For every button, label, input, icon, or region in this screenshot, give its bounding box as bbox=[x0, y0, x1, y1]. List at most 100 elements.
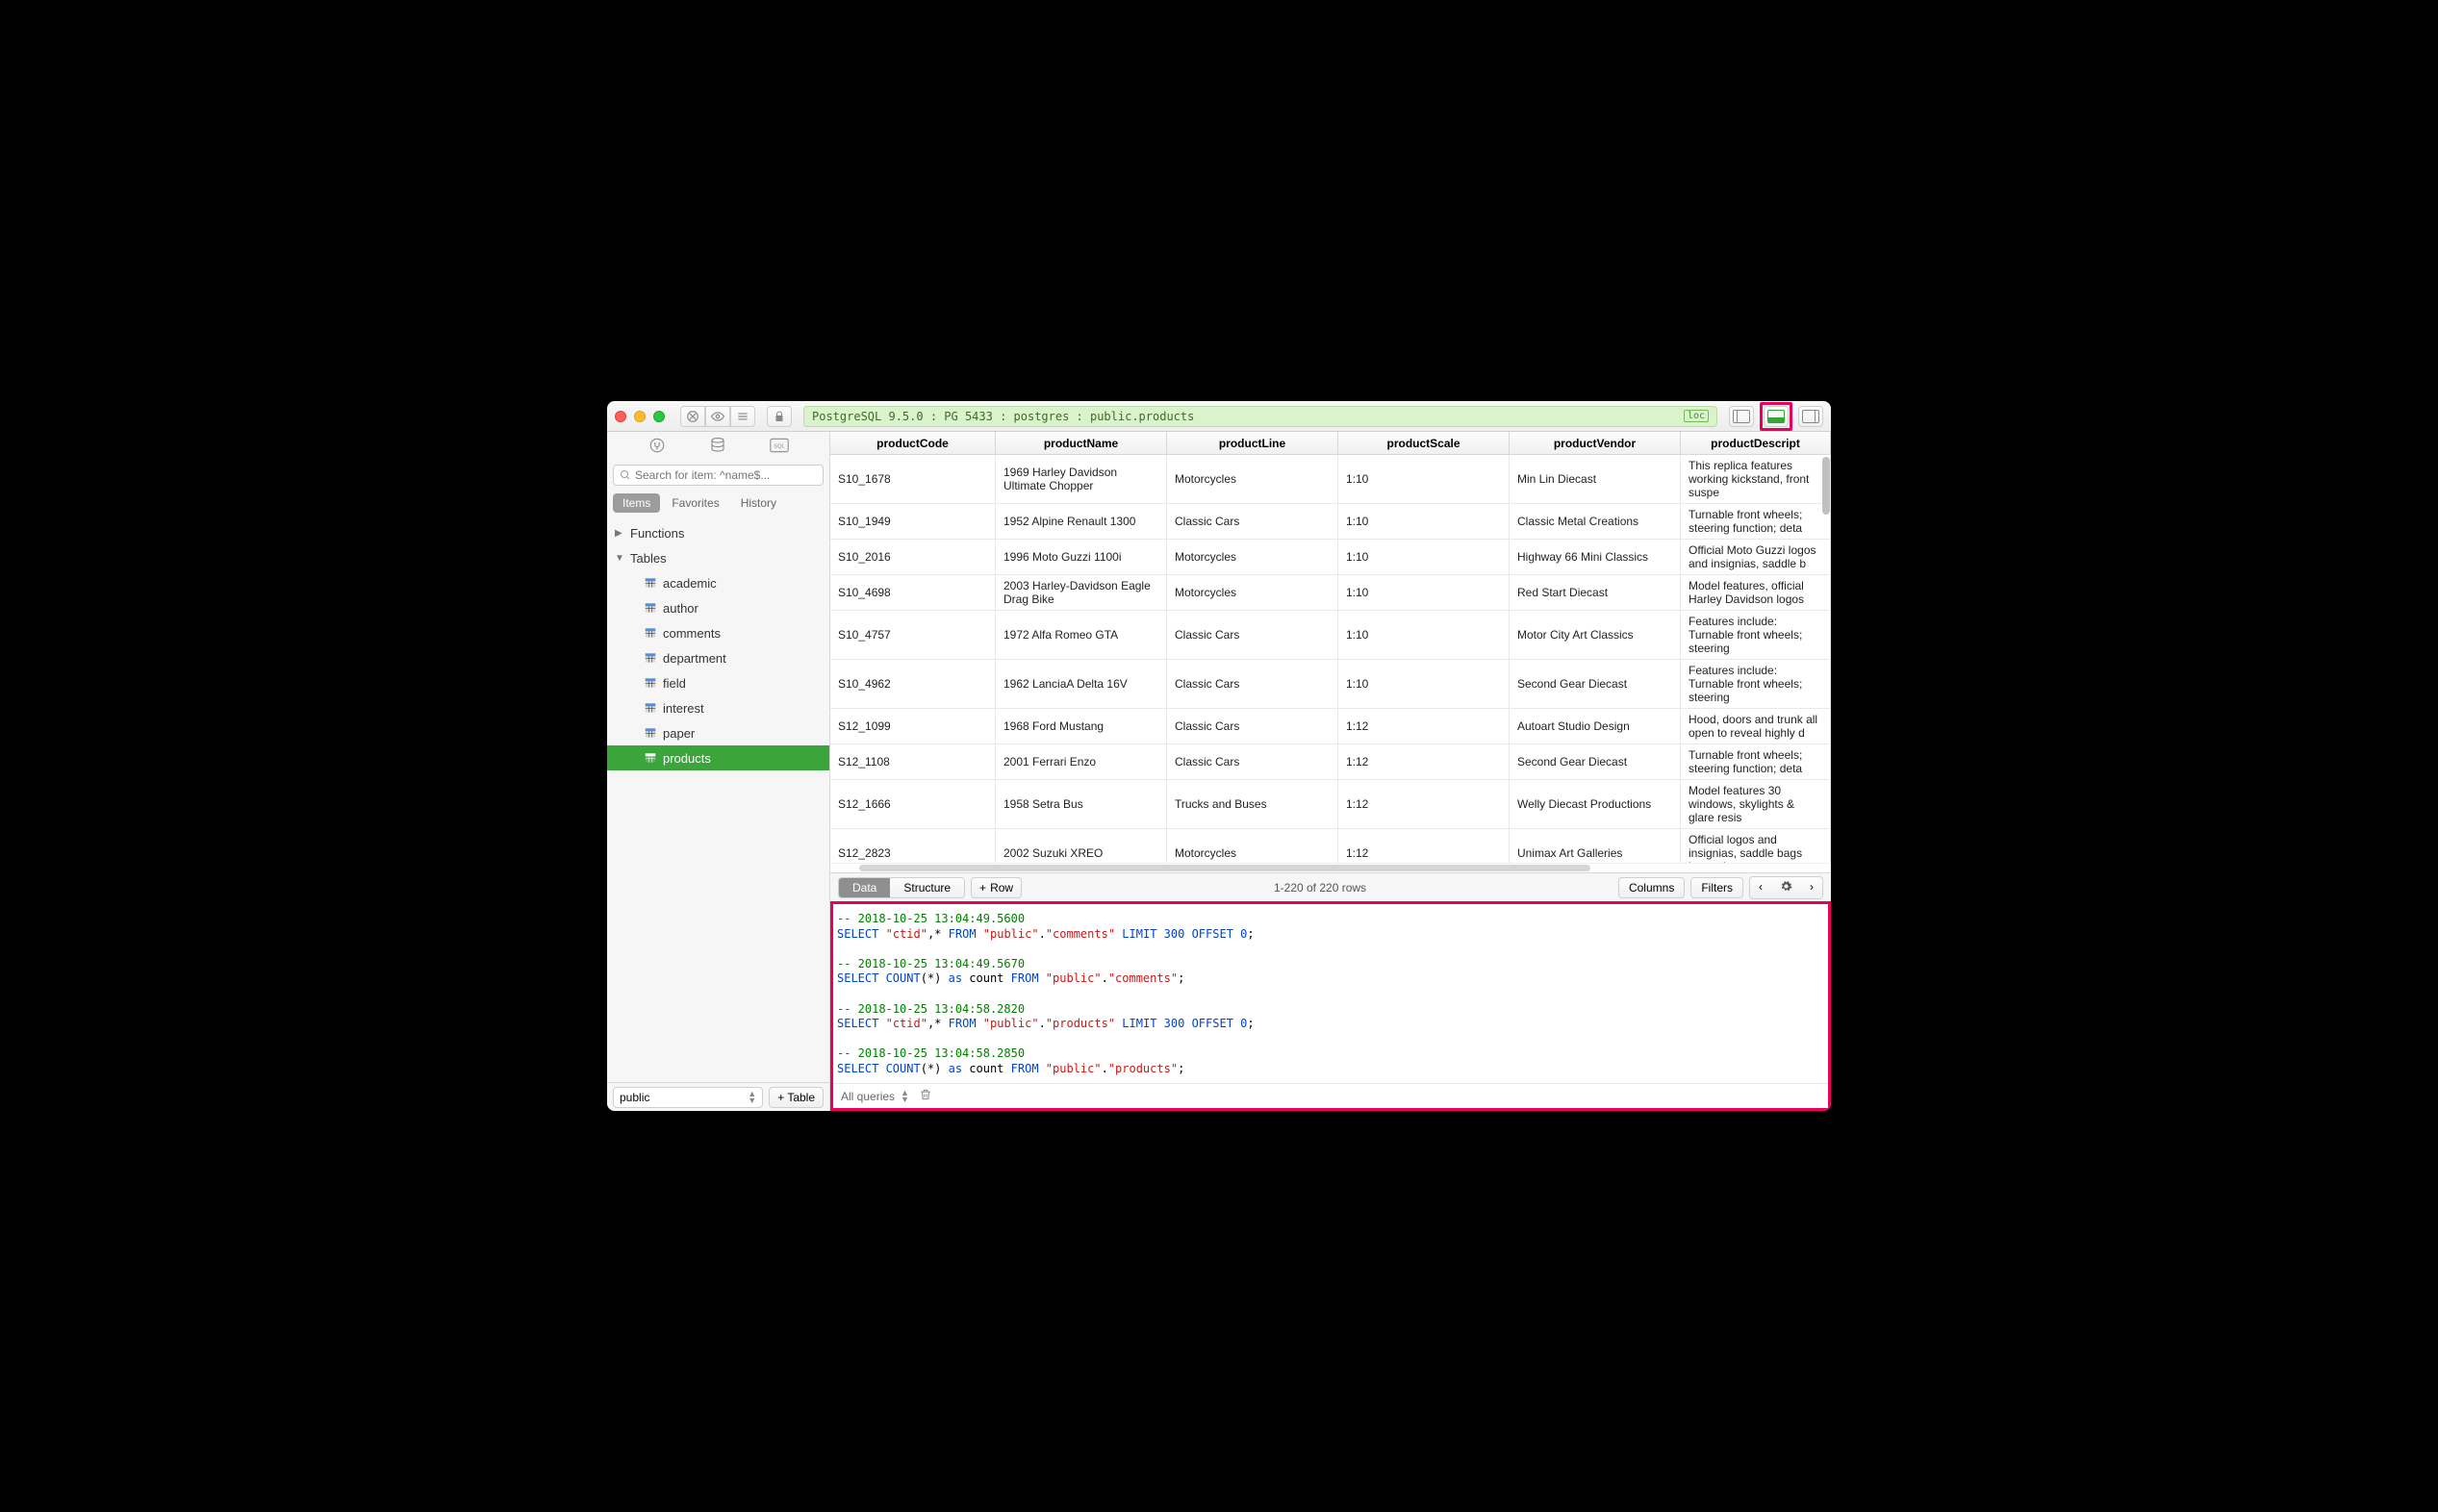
trash-button[interactable] bbox=[919, 1088, 932, 1104]
cell[interactable]: Classic Cars bbox=[1167, 504, 1338, 539]
cell[interactable]: This replica features working kickstand,… bbox=[1681, 455, 1831, 503]
cell[interactable]: 1:10 bbox=[1338, 455, 1510, 503]
cell[interactable]: Features include: Turnable front wheels;… bbox=[1681, 660, 1831, 708]
col-header[interactable]: productVendor bbox=[1510, 432, 1681, 454]
columns-button[interactable]: Columns bbox=[1618, 877, 1685, 898]
cell[interactable]: Autoart Studio Design bbox=[1510, 709, 1681, 743]
toggle-left-panel[interactable] bbox=[1729, 406, 1754, 427]
cell[interactable]: S12_2823 bbox=[830, 829, 996, 863]
cell[interactable]: S10_4757 bbox=[830, 611, 996, 659]
cell[interactable]: 1996 Moto Guzzi 1100i bbox=[996, 540, 1167, 574]
tree-table-interest[interactable]: interest bbox=[607, 695, 829, 720]
cell[interactable]: 2001 Ferrari Enzo bbox=[996, 744, 1167, 779]
cell[interactable]: Official Moto Guzzi logos and insignias,… bbox=[1681, 540, 1831, 574]
cell[interactable]: S12_1108 bbox=[830, 744, 996, 779]
cell[interactable]: 1958 Setra Bus bbox=[996, 780, 1167, 828]
cell[interactable]: Second Gear Diecast bbox=[1510, 660, 1681, 708]
cell[interactable]: S10_1678 bbox=[830, 455, 996, 503]
cell[interactable]: Classic Cars bbox=[1167, 744, 1338, 779]
cell[interactable]: Features include: Turnable front wheels;… bbox=[1681, 611, 1831, 659]
cell[interactable]: Min Lin Diecast bbox=[1510, 455, 1681, 503]
sql-icon[interactable]: SQL bbox=[770, 438, 789, 456]
table-row[interactable]: S12_11082001 Ferrari EnzoClassic Cars1:1… bbox=[830, 744, 1831, 780]
close-window-button[interactable] bbox=[615, 411, 626, 422]
console-body[interactable]: -- 2018-10-25 13:04:49.5600 SELECT "ctid… bbox=[833, 904, 1828, 1083]
cell[interactable]: 1:12 bbox=[1338, 780, 1510, 828]
toggle-bottom-panel[interactable] bbox=[1764, 406, 1789, 427]
cell[interactable]: Motorcycles bbox=[1167, 829, 1338, 863]
cell[interactable]: 1:12 bbox=[1338, 709, 1510, 743]
tree-table-products[interactable]: products bbox=[607, 745, 829, 770]
table-row[interactable]: S10_16781969 Harley Davidson Ultimate Ch… bbox=[830, 455, 1831, 504]
cell[interactable]: S10_2016 bbox=[830, 540, 996, 574]
grid-body[interactable]: S10_16781969 Harley Davidson Ultimate Ch… bbox=[830, 455, 1831, 863]
cell[interactable]: Classic Cars bbox=[1167, 611, 1338, 659]
settings-button[interactable] bbox=[1771, 877, 1801, 898]
tab-items[interactable]: Items bbox=[613, 493, 660, 513]
cell[interactable]: 1:10 bbox=[1338, 540, 1510, 574]
cell[interactable]: 1:10 bbox=[1338, 611, 1510, 659]
cell[interactable]: Highway 66 Mini Classics bbox=[1510, 540, 1681, 574]
preview-button[interactable] bbox=[705, 406, 730, 427]
tree-table-comments[interactable]: comments bbox=[607, 620, 829, 645]
table-row[interactable]: S10_47571972 Alfa Romeo GTAClassic Cars1… bbox=[830, 611, 1831, 660]
cell[interactable]: S10_4698 bbox=[830, 575, 996, 610]
vertical-scrollbar[interactable] bbox=[1822, 457, 1830, 515]
table-row[interactable]: S10_49621962 LanciaA Delta 16VClassic Ca… bbox=[830, 660, 1831, 709]
table-row[interactable]: S10_46982003 Harley-Davidson Eagle Drag … bbox=[830, 575, 1831, 611]
cell[interactable]: 1962 LanciaA Delta 16V bbox=[996, 660, 1167, 708]
cell[interactable]: 2003 Harley-Davidson Eagle Drag Bike bbox=[996, 575, 1167, 610]
seg-structure[interactable]: Structure bbox=[890, 878, 964, 897]
cell[interactable]: 2002 Suzuki XREO bbox=[996, 829, 1167, 863]
table-row[interactable]: S10_19491952 Alpine Renault 1300Classic … bbox=[830, 504, 1831, 540]
table-row[interactable]: S12_16661958 Setra BusTrucks and Buses1:… bbox=[830, 780, 1831, 829]
col-header[interactable]: productCode bbox=[830, 432, 996, 454]
table-row[interactable]: S12_10991968 Ford MustangClassic Cars1:1… bbox=[830, 709, 1831, 744]
back-button[interactable] bbox=[680, 406, 705, 427]
query-filter[interactable]: All queries ▲▼ bbox=[841, 1090, 909, 1103]
cell[interactable]: Model features, official Harley Davidson… bbox=[1681, 575, 1831, 610]
toggle-right-panel[interactable] bbox=[1798, 406, 1823, 427]
cell[interactable]: Model features 30 windows, skylights & g… bbox=[1681, 780, 1831, 828]
connection-path[interactable]: PostgreSQL 9.5.0 : PG 5433 : postgres : … bbox=[803, 406, 1717, 427]
cell[interactable]: Red Start Diecast bbox=[1510, 575, 1681, 610]
tab-history[interactable]: History bbox=[731, 493, 786, 513]
cell[interactable]: 1:10 bbox=[1338, 504, 1510, 539]
cell[interactable]: S12_1666 bbox=[830, 780, 996, 828]
seg-data[interactable]: Data bbox=[839, 878, 890, 897]
cell[interactable]: Unimax Art Galleries bbox=[1510, 829, 1681, 863]
next-page-button[interactable]: › bbox=[1801, 877, 1822, 898]
cell[interactable]: Trucks and Buses bbox=[1167, 780, 1338, 828]
col-header[interactable]: productDescript bbox=[1681, 432, 1831, 454]
horizontal-scrollbar[interactable] bbox=[859, 865, 1590, 871]
cell[interactable]: Turnable front wheels; steering function… bbox=[1681, 744, 1831, 779]
maximize-window-button[interactable] bbox=[653, 411, 665, 422]
tree-table-paper[interactable]: paper bbox=[607, 720, 829, 745]
cell[interactable]: 1972 Alfa Romeo GTA bbox=[996, 611, 1167, 659]
cell[interactable]: Hood, doors and trunk all open to reveal… bbox=[1681, 709, 1831, 743]
cell[interactable]: 1952 Alpine Renault 1300 bbox=[996, 504, 1167, 539]
cell[interactable]: Motorcycles bbox=[1167, 575, 1338, 610]
lock-button[interactable] bbox=[767, 406, 792, 427]
minimize-window-button[interactable] bbox=[634, 411, 646, 422]
cell[interactable]: 1:12 bbox=[1338, 829, 1510, 863]
cell[interactable]: S10_4962 bbox=[830, 660, 996, 708]
tab-favorites[interactable]: Favorites bbox=[662, 493, 728, 513]
database-icon[interactable] bbox=[709, 437, 726, 457]
cell[interactable]: Classic Cars bbox=[1167, 660, 1338, 708]
tree-functions[interactable]: ▶ Functions bbox=[607, 520, 829, 545]
plug-icon[interactable] bbox=[648, 437, 666, 457]
cell[interactable]: 1969 Harley Davidson Ultimate Chopper bbox=[996, 455, 1167, 503]
cell[interactable]: 1:10 bbox=[1338, 575, 1510, 610]
cell[interactable]: Motorcycles bbox=[1167, 540, 1338, 574]
search-input[interactable] bbox=[635, 468, 817, 482]
cell[interactable]: Second Gear Diecast bbox=[1510, 744, 1681, 779]
cell[interactable]: Classic Metal Creations bbox=[1510, 504, 1681, 539]
table-row[interactable]: S10_20161996 Moto Guzzi 1100iMotorcycles… bbox=[830, 540, 1831, 575]
add-table-button[interactable]: + Table bbox=[769, 1087, 824, 1108]
cell[interactable]: Official logos and insignias, saddle bag… bbox=[1681, 829, 1831, 863]
list-button[interactable] bbox=[730, 406, 755, 427]
cell[interactable]: Classic Cars bbox=[1167, 709, 1338, 743]
prev-page-button[interactable]: ‹ bbox=[1750, 877, 1771, 898]
tree-tables[interactable]: ▼ Tables bbox=[607, 545, 829, 570]
